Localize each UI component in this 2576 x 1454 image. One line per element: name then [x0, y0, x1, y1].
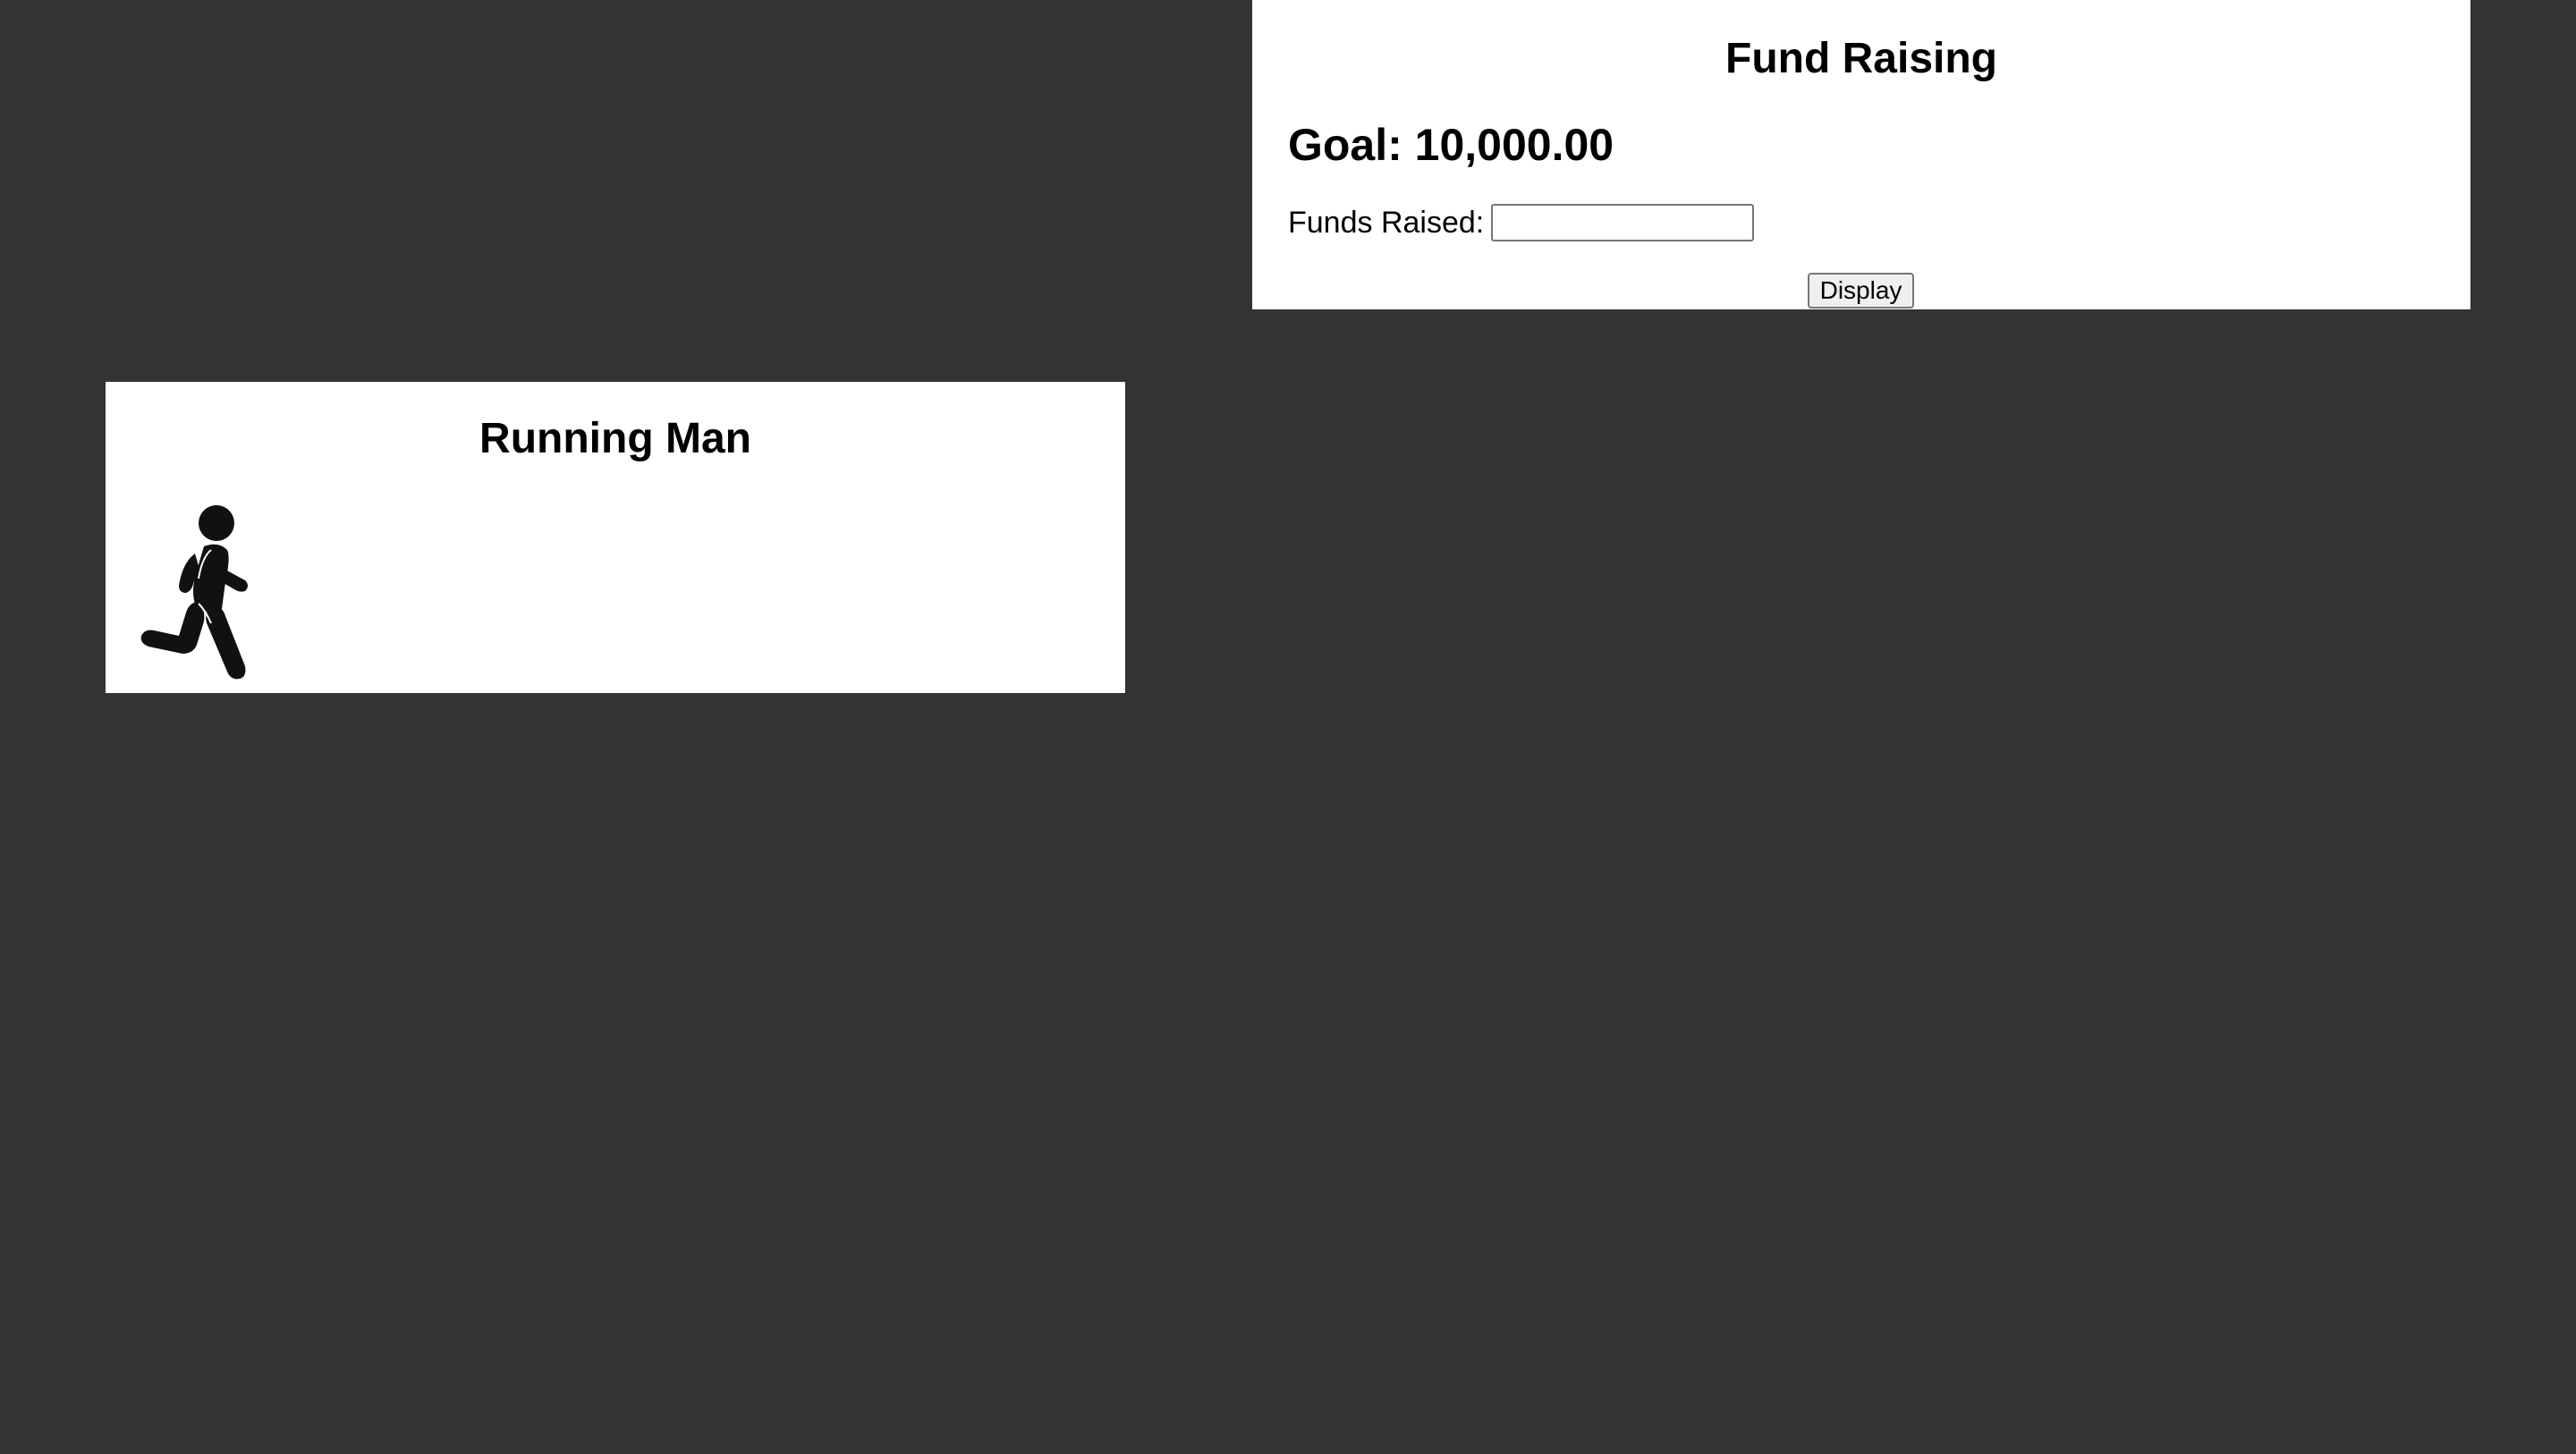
display-button[interactable]: Display: [1808, 273, 1914, 309]
running-man-icon: [140, 505, 248, 680]
running-man-panel: Running Man: [106, 382, 1125, 693]
page: Fund Raising Goal: 10,000.00 Funds Raise…: [0, 0, 2576, 1454]
fund-raising-panel: Fund Raising Goal: 10,000.00 Funds Raise…: [1252, 0, 2470, 309]
funds-raised-row: Funds Raised:: [1288, 204, 1755, 241]
fund-raising-title: Fund Raising: [1725, 35, 1997, 82]
funds-raised-label: Funds Raised:: [1288, 206, 1485, 240]
goal-amount: Goal: 10,000.00: [1288, 120, 1614, 170]
funds-raised-input[interactable]: [1491, 204, 1755, 241]
running-man-title: Running Man: [479, 415, 751, 462]
